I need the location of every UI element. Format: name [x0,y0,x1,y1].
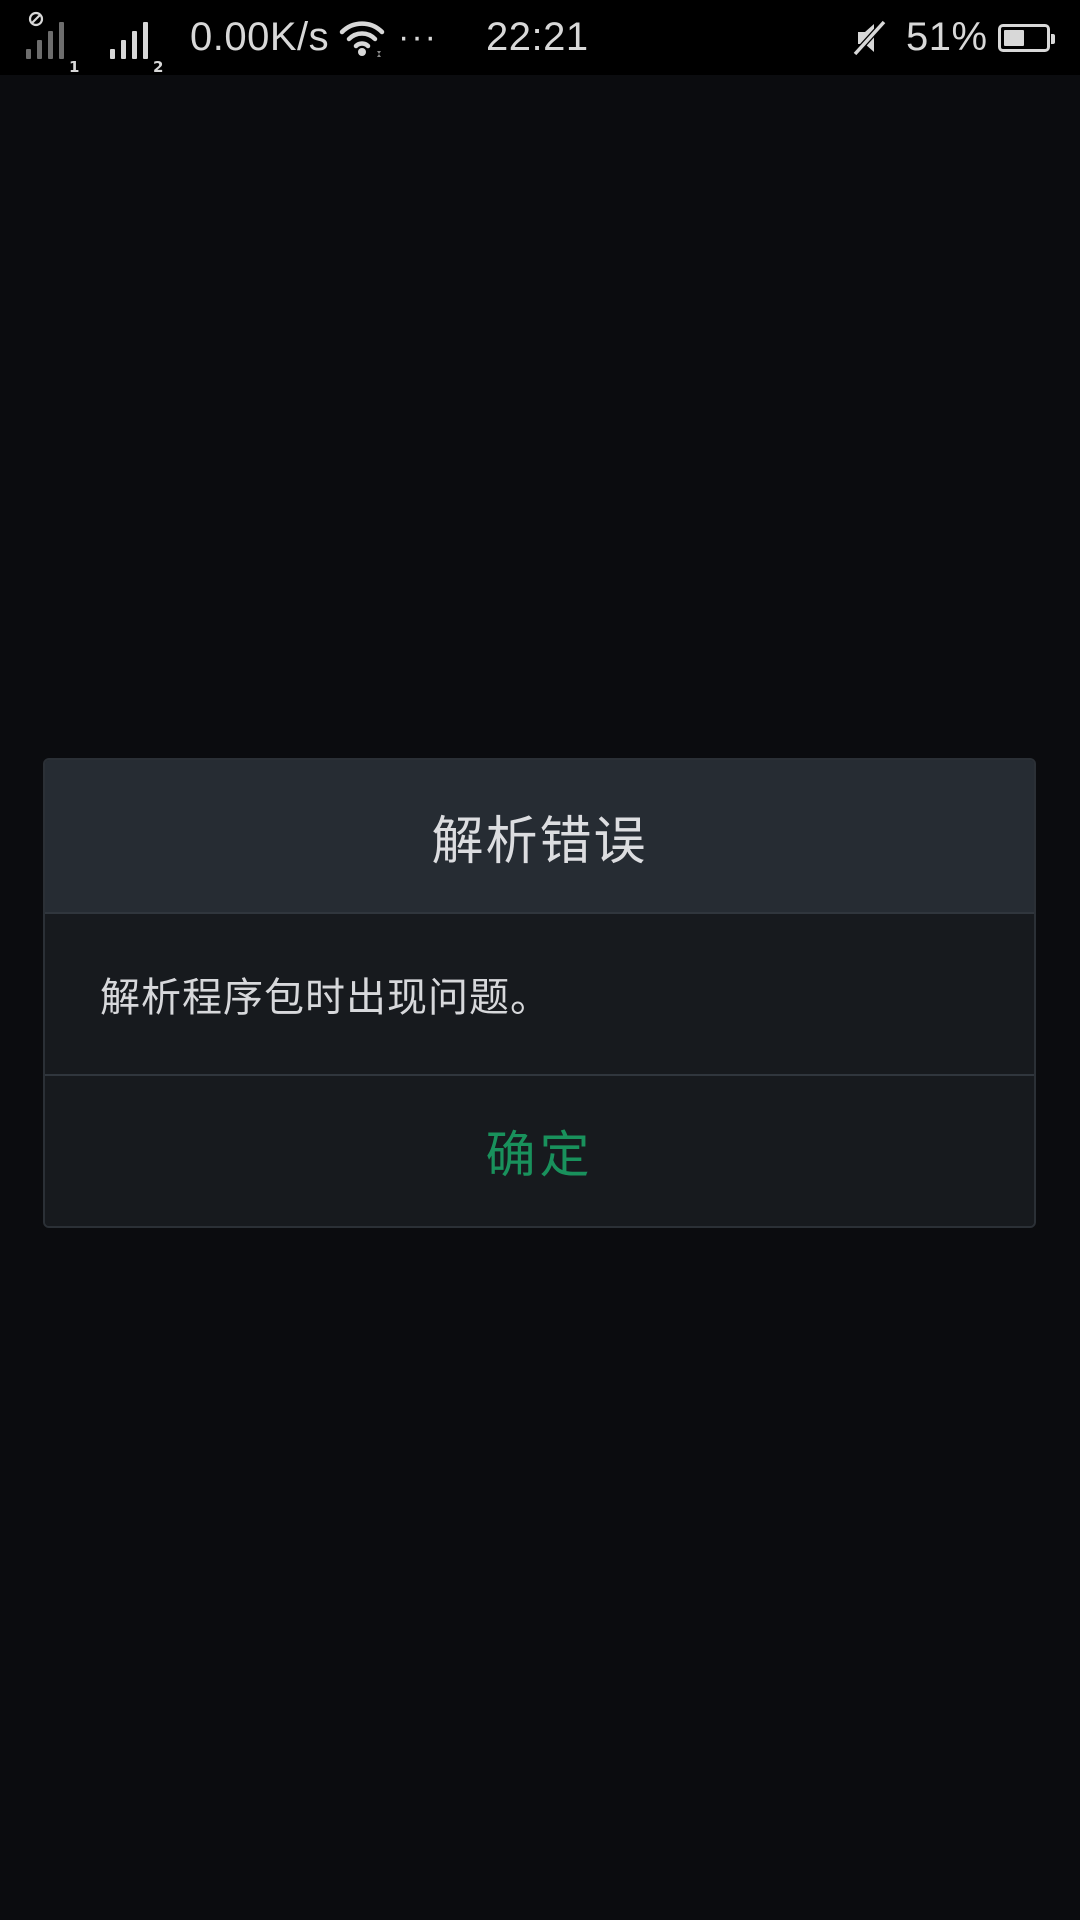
no-sim-signal-icon [26,11,67,59]
sim2-label: 2 [153,58,164,76]
parse-error-dialog: 解析错误 解析程序包时出现问题。 确定 [43,758,1036,1228]
battery-percent-indicator: 51% [906,0,988,75]
ok-button[interactable]: 确定 [45,1076,1034,1226]
dialog-body: 解析程序包时出现问题。 [45,914,1034,1076]
status-bar: 1 2 0.00K/s ··· 22:21 51% [0,0,1080,75]
wifi-icon [338,0,386,75]
battery-tip [1051,33,1055,44]
ok-button-label: 确定 [485,1126,594,1184]
mute-icon [852,0,888,75]
time: 22:21 [486,15,589,59]
sim1-label: 1 [69,58,80,76]
more-dots: ··· [398,18,438,56]
signal-icon [110,17,151,59]
battery-fill [1004,29,1024,46]
battery-outline [998,23,1055,52]
sim1-signal: 1 [26,0,79,75]
dialog-message: 解析程序包时出现问题。 [100,975,551,1021]
sim2-signal: 2 [110,0,163,75]
net-speed: 0.00K/s [190,15,330,59]
clock: 22:21 [486,0,589,75]
dialog-title: 解析错误 [431,811,648,872]
battery-icon [998,0,1055,75]
screen: 1 2 0.00K/s ··· 22:21 51% 解析错误 解析程序包时出现问… [0,0,1080,1920]
net-speed-indicator: 0.00K/s [190,0,329,75]
more-notifications-indicator: ··· [398,0,438,75]
dialog-header: 解析错误 [45,760,1034,914]
battery-percent: 51% [906,15,988,59]
